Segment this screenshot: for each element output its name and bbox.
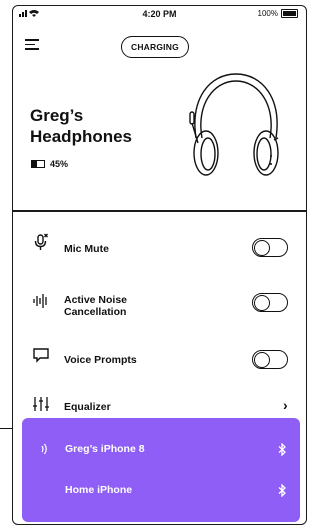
setting-label: Active Noise Cancellation [64, 294, 128, 318]
connections-panel: Greg’s iPhone 8 Home iPhone [22, 418, 300, 522]
voice-prompts-toggle[interactable] [252, 350, 288, 369]
battery-level-icon [31, 160, 45, 168]
device-name: Greg’s Headphones [30, 105, 132, 147]
charging-badge: CHARGING [121, 36, 189, 58]
device-battery: 45% [31, 159, 68, 169]
anc-toggle[interactable] [252, 293, 288, 312]
battery-percentage: 45% [50, 159, 69, 169]
bluetooth-icon [278, 443, 286, 456]
audio-wave-icon [41, 443, 47, 455]
section-divider [13, 210, 306, 212]
status-battery-text: 100% [257, 9, 278, 18]
setting-label: Equalizer [64, 401, 111, 413]
status-battery: 100% [258, 9, 298, 18]
device-name-line1: Greg’s [30, 106, 84, 125]
device-label: Greg’s iPhone 8 [65, 443, 145, 455]
setting-label: Voice Prompts [64, 354, 137, 366]
bluetooth-icon [278, 484, 286, 497]
noise-cancellation-icon [33, 294, 47, 308]
headphones-illustration [189, 73, 279, 176]
status-bar: 4:20 PM 100% [13, 6, 306, 24]
setting-label: Mic Mute [64, 243, 109, 255]
mic-icon [34, 233, 48, 250]
battery-icon [281, 9, 298, 18]
speech-bubble-icon [33, 348, 49, 363]
device-name-line2: Headphones [30, 127, 133, 146]
equalizer-icon [33, 397, 49, 411]
mic-mute-toggle[interactable] [252, 238, 288, 257]
phone-screen: 4:20 PM 100% CHARGING Greg’s Headphones … [12, 5, 307, 525]
menu-icon[interactable] [25, 39, 39, 53]
chevron-right-icon: › [283, 397, 288, 413]
device-label: Home iPhone [65, 484, 133, 496]
